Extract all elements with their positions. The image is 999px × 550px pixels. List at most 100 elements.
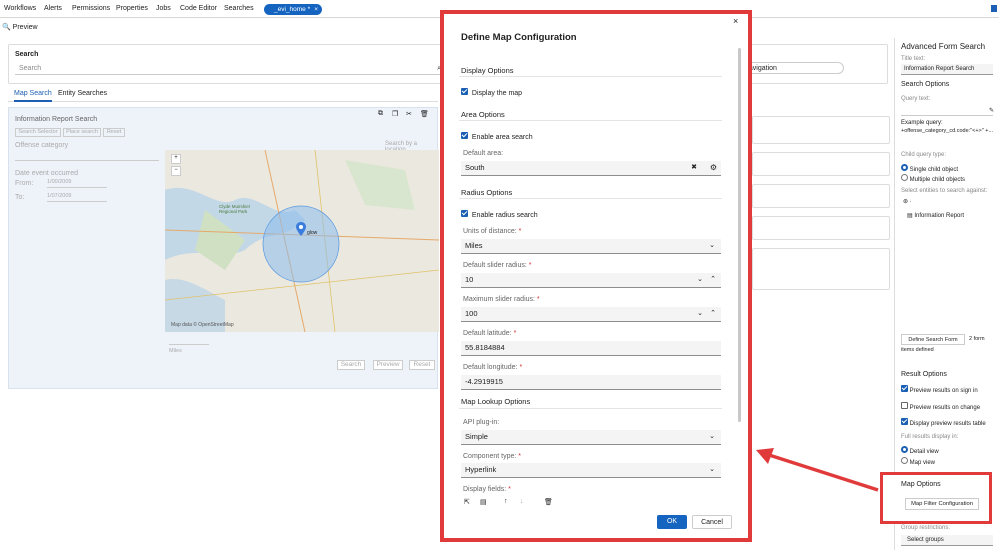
cancel-button[interactable]: Cancel <box>692 515 732 529</box>
cut-icon[interactable]: ✂ <box>406 110 412 118</box>
menu-searches[interactable]: Searches <box>224 5 254 12</box>
single-child-radio[interactable]: Single child object <box>901 164 958 173</box>
zoom-out-icon[interactable]: − <box>171 166 181 176</box>
scrollbar[interactable] <box>738 48 741 422</box>
checkbox-checked-icon <box>901 418 908 425</box>
search-input[interactable]: Search ⌕ <box>15 63 445 75</box>
search-selector-button[interactable]: Search Selector <box>15 128 61 137</box>
entity-item[interactable]: ▤ Information Report <box>907 212 964 219</box>
copy-icon[interactable]: ⧉ <box>378 110 383 118</box>
menu-code-editor[interactable]: Code Editor <box>180 5 217 12</box>
field-list-icon[interactable]: ▤ <box>480 498 487 506</box>
map-view-label: Map view <box>909 460 936 466</box>
enable-area-checkbox[interactable]: Enable area search <box>461 132 533 141</box>
max-radius-stepper[interactable]: 100 ⌄ ⌃ <box>461 307 721 322</box>
decrement-icon[interactable]: ⌄ <box>697 307 703 321</box>
arrow-down-icon[interactable]: ↓ <box>520 498 524 505</box>
default-radius-stepper[interactable]: 10 ⌄ ⌃ <box>461 273 721 288</box>
map-pin-icon[interactable] <box>296 222 306 236</box>
zoom-in-icon[interactable]: + <box>171 154 181 164</box>
latitude-input[interactable]: 55.8184884 <box>461 341 721 356</box>
from-label: From: <box>15 180 34 187</box>
reset-small-button[interactable]: Reset <box>103 128 125 137</box>
arrow-up-icon[interactable]: ↑ <box>504 498 508 505</box>
menu-workflows[interactable]: Workflows <box>4 5 36 12</box>
checkbox-unchecked-icon <box>901 402 908 409</box>
panel-title: Advanced Form Search <box>901 42 986 51</box>
close-icon[interactable]: × <box>733 16 738 26</box>
required-marker: * <box>518 228 522 235</box>
res3-label: Display preview results table <box>909 421 986 427</box>
preview-on-sign-in-checkbox[interactable]: Preview results on sign in <box>901 385 978 394</box>
map-view[interactable]: + − glow Clyde Muirshiel Regional Park M… <box>165 150 439 332</box>
component-type-select[interactable]: Hyperlink ⌄ <box>461 463 721 478</box>
title-text-label: Title text: <box>901 56 926 62</box>
form-preview: Information Report Search Search Selecto… <box>8 107 439 389</box>
delete-icon[interactable]: 🗑 <box>420 110 429 118</box>
decrement-icon[interactable]: ⌄ <box>697 273 703 287</box>
api-plugin-select[interactable]: Simple ⌄ <box>461 430 721 445</box>
search-options-heading: Search Options <box>901 81 950 88</box>
radio-selected-icon <box>901 446 908 453</box>
search-button[interactable]: Search <box>337 360 365 370</box>
required-marker: * <box>508 486 511 493</box>
menu-alerts[interactable]: Alerts <box>44 5 62 12</box>
tab-bar: Map Search Entity Searches <box>8 86 438 102</box>
preview-button[interactable]: Preview <box>373 360 403 370</box>
offense-category-field[interactable] <box>15 152 159 161</box>
map-area-label: Clyde Muirshiel Regional Park <box>219 204 250 214</box>
map-filter-configuration-button[interactable]: Map Filter Configuration <box>905 498 979 510</box>
menu-properties[interactable]: Properties <box>116 5 148 12</box>
close-icon[interactable]: × <box>314 4 318 15</box>
enable-radius-checkbox[interactable]: Enable radius search <box>461 210 538 219</box>
area-picker-icon[interactable]: ⚙ <box>710 161 717 175</box>
duplicate-icon[interactable]: ❐ <box>392 110 398 118</box>
entity-label: Information Report <box>914 213 965 219</box>
group-select[interactable]: Select groups <box>901 535 993 546</box>
default-area-label: Default area: <box>463 150 504 157</box>
bg-panel-4 <box>752 216 890 240</box>
place-search-button[interactable]: Place search <box>63 128 101 137</box>
tab-entity-searches[interactable]: Entity Searches <box>58 90 107 97</box>
required-marker: * <box>528 262 532 269</box>
lookup-options-heading: Map Lookup Options <box>461 397 531 406</box>
default-radius-label-text: Default slider radius: <box>463 262 527 269</box>
longitude-input[interactable]: -4.2919915 <box>461 375 721 390</box>
tab-map-search[interactable]: Map Search <box>14 90 52 102</box>
from-date-input[interactable]: 1/00/2009 <box>47 179 107 188</box>
clear-icon[interactable]: ✖ <box>691 161 697 175</box>
menu-permissions[interactable]: Permissions <box>72 5 110 12</box>
title-text-input[interactable]: Information Report Search <box>901 64 993 75</box>
multiple-child-radio[interactable]: Multiple child objects <box>901 174 965 183</box>
max-radius-label: Maximum slider radius: * <box>463 296 540 303</box>
edit-pencil-icon[interactable]: ✎ <box>989 107 994 114</box>
default-area-input[interactable]: South ✖ ⚙ <box>461 161 721 176</box>
trash-icon[interactable]: 🗑 <box>544 498 553 506</box>
menu-jobs[interactable]: Jobs <box>156 5 171 12</box>
to-date-input[interactable]: 1/07/2009 <box>47 193 107 202</box>
reset-button[interactable]: Reset <box>409 360 435 370</box>
component-type-value: Hyperlink <box>465 465 497 474</box>
units-select[interactable]: Miles ⌄ <box>461 239 721 254</box>
entity-tree-icon[interactable]: ⊛ · <box>903 198 912 205</box>
define-search-form-button[interactable]: Define Search Form <box>901 334 965 345</box>
map-view-radio[interactable]: Map view <box>901 457 935 466</box>
add-field-icon[interactable]: ⇱ <box>464 498 470 506</box>
default-radius-label: Default slider radius: * <box>463 262 532 269</box>
divider <box>459 120 722 121</box>
display-map-checkbox[interactable]: Display the map <box>461 88 522 97</box>
detail-view-radio[interactable]: Detail view <box>901 446 939 455</box>
divider <box>459 76 722 77</box>
required-marker: * <box>518 453 521 460</box>
navigation-pill[interactable]: navigation <box>740 62 844 74</box>
example-query-text: +offense_category_cd.code:"<+>" +... <box>901 128 994 134</box>
bg-panel-5 <box>752 248 890 290</box>
increment-icon[interactable]: ⌃ <box>710 273 716 287</box>
preview-on-change-checkbox[interactable]: Preview results on change <box>901 402 980 411</box>
bg-panel-3 <box>752 184 890 208</box>
radius-select[interactable] <box>169 336 209 345</box>
environment-tab[interactable]: _evi_home * × <box>264 4 322 15</box>
display-preview-table-checkbox[interactable]: Display preview results table <box>901 418 986 427</box>
increment-icon[interactable]: ⌃ <box>710 307 716 321</box>
ok-button[interactable]: OK <box>657 515 687 529</box>
